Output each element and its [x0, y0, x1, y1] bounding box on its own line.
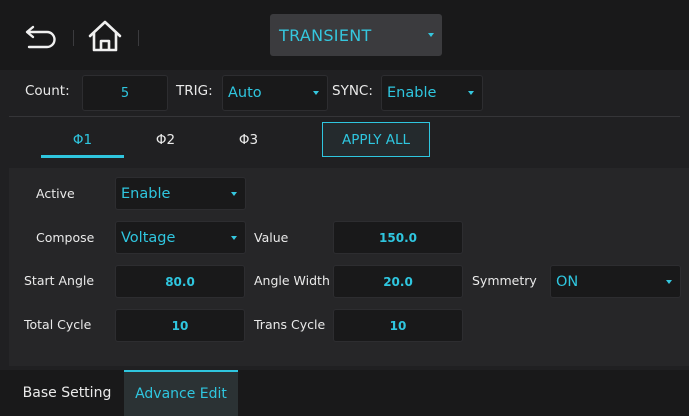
active-label: Active: [36, 186, 75, 201]
trig-value: Auto: [228, 85, 262, 101]
chevron-down-icon: [468, 91, 474, 95]
sync-select[interactable]: Enable: [381, 75, 483, 111]
start-angle-label: Start Angle: [24, 273, 95, 288]
tab-phase-1[interactable]: Φ1: [41, 122, 124, 158]
home-icon: [88, 20, 122, 52]
total-cycle-label: Total Cycle: [24, 317, 92, 332]
mode-value: TRANSIENT: [279, 25, 372, 45]
home-button[interactable]: [84, 18, 126, 56]
chevron-down-icon: [313, 91, 319, 95]
compose-value: Voltage: [121, 229, 176, 246]
active-value: Enable: [121, 185, 171, 202]
chevron-down-icon: [231, 235, 237, 240]
divider: [9, 116, 680, 117]
compose-select[interactable]: Voltage: [115, 221, 246, 254]
symmetry-label: Symmetry: [472, 273, 537, 288]
active-tab-indicator: [41, 155, 124, 158]
run-settings-row: Count: 5 TRIG: Auto SYNC: Enable: [0, 70, 689, 116]
chevron-down-icon: [231, 191, 237, 196]
tab-base-setting[interactable]: Base Setting: [14, 370, 120, 416]
count-input[interactable]: 5: [82, 75, 168, 111]
trig-label: TRIG:: [176, 83, 213, 99]
symmetry-select[interactable]: ON: [550, 265, 681, 298]
apply-all-button[interactable]: APPLY ALL: [322, 122, 430, 157]
tab-phase-3[interactable]: Φ3: [207, 122, 290, 158]
symmetry-value: ON: [556, 273, 579, 290]
angle-width-input[interactable]: 20.0: [333, 265, 463, 298]
start-angle-input[interactable]: 80.0: [115, 265, 245, 298]
divider: [138, 30, 139, 46]
value-label: Value: [254, 230, 289, 245]
divider: [73, 30, 74, 46]
mode-select[interactable]: TRANSIENT: [270, 14, 442, 56]
chevron-down-icon: [666, 279, 672, 284]
tab-advance-edit[interactable]: Advance Edit: [124, 370, 238, 416]
count-label: Count:: [25, 83, 70, 99]
total-cycle-input[interactable]: 10: [115, 309, 245, 342]
transient-settings-screen: TRANSIENT Count: 5 TRIG: Auto SYNC: Enab…: [0, 0, 689, 416]
back-button[interactable]: [22, 18, 62, 54]
chevron-down-icon: [428, 33, 434, 37]
angle-width-label: Angle Width: [254, 273, 330, 288]
sync-value: Enable: [387, 85, 437, 101]
tab-phase-2[interactable]: Φ2: [124, 122, 207, 158]
trig-select[interactable]: Auto: [222, 75, 328, 111]
active-select[interactable]: Enable: [115, 177, 246, 210]
sync-label: SYNC:: [332, 83, 373, 99]
compose-label: Compose: [36, 230, 95, 245]
trans-cycle-input[interactable]: 10: [333, 309, 463, 342]
back-arrow-icon: [25, 25, 56, 49]
top-bar: TRANSIENT: [0, 0, 689, 70]
trans-cycle-label: Trans Cycle: [254, 317, 326, 332]
value-input[interactable]: 150.0: [333, 221, 463, 254]
